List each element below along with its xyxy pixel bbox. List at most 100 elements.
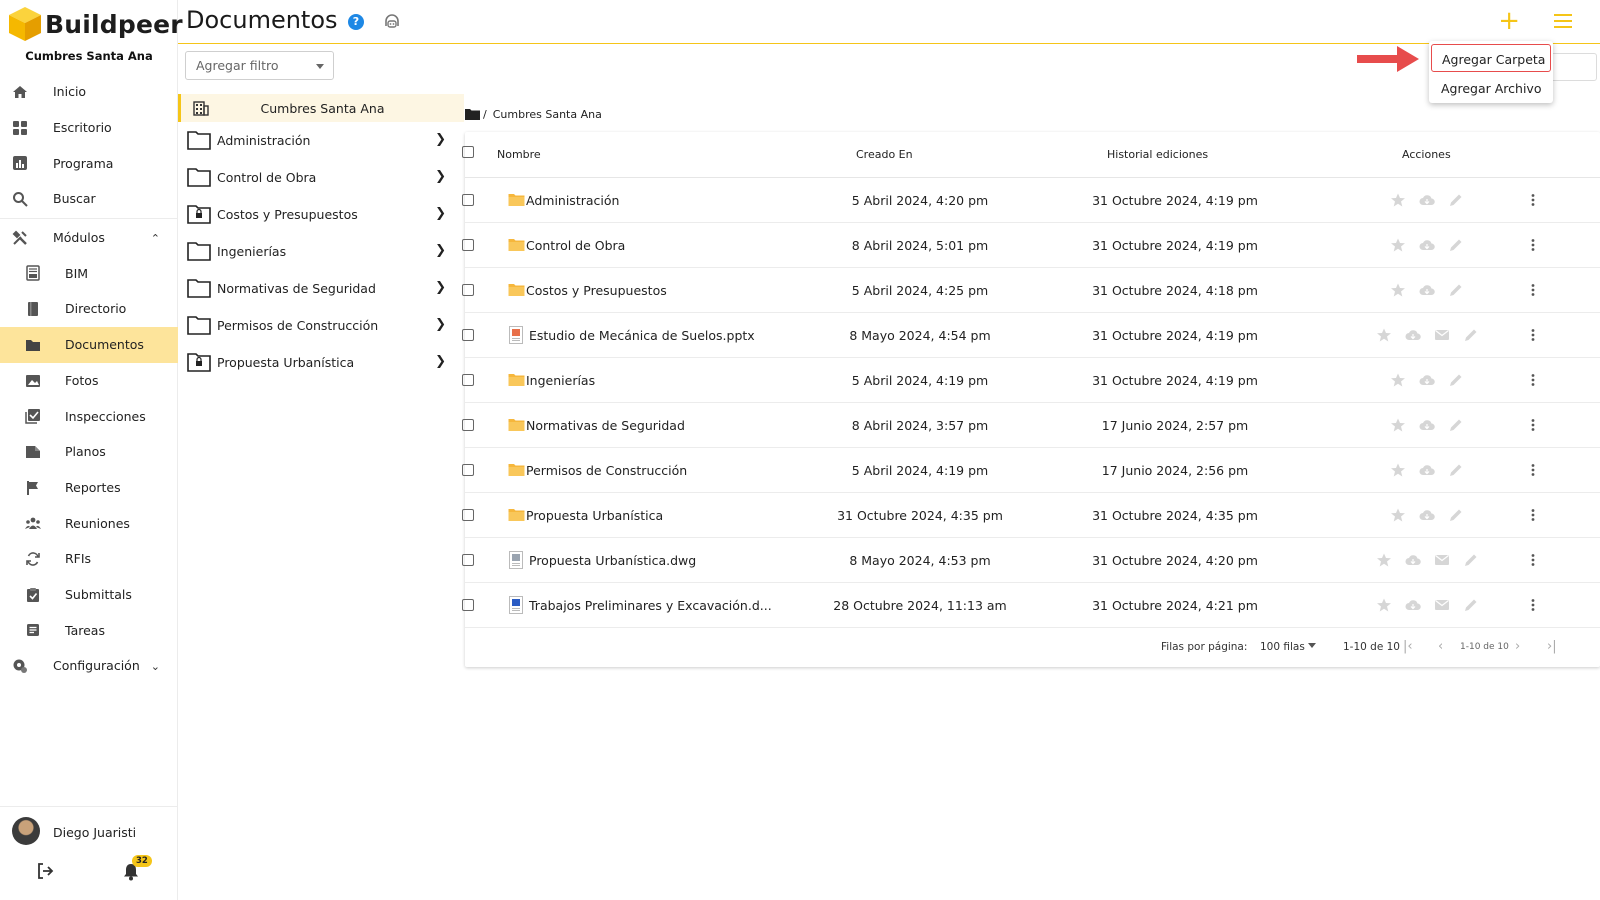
last-page-icon[interactable]: ›| [1547, 639, 1557, 654]
table-row[interactable]: Estudio de Mecánica de Suelos.pptx 8 Mayo… [462, 313, 1600, 358]
star-icon[interactable] [1390, 192, 1406, 208]
mail-icon[interactable] [1434, 597, 1450, 613]
edit-icon[interactable] [1463, 327, 1479, 343]
more-options-icon[interactable] [1525, 552, 1541, 568]
cloud-download-icon[interactable] [1419, 372, 1435, 388]
prev-page-icon[interactable]: ‹ [1438, 639, 1443, 654]
row-checkbox[interactable] [462, 599, 474, 611]
user-name[interactable]: Diego Juaristi [53, 825, 136, 840]
sidebar-item-modulos[interactable]: Módulos ⌃ [0, 220, 178, 256]
mail-icon[interactable] [1434, 327, 1450, 343]
help-icon[interactable]: ? [348, 14, 364, 30]
tree-item[interactable]: Normativas de Seguridad ❯ [178, 270, 464, 307]
row-name[interactable]: Administración [526, 193, 619, 208]
more-options-icon[interactable] [1525, 327, 1541, 343]
sidebar-item-directorio[interactable]: Directorio [0, 291, 178, 327]
more-options-icon[interactable] [1525, 282, 1541, 298]
cloud-download-icon[interactable] [1405, 327, 1421, 343]
star-icon[interactable] [1376, 327, 1392, 343]
table-row[interactable]: Ingenierías 5 Abril 2024, 4:19 pm 31 Octub… [462, 358, 1600, 403]
more-options-icon[interactable] [1525, 597, 1541, 613]
menu-item-add-folder[interactable]: Agregar Carpeta [1431, 44, 1551, 72]
row-name[interactable]: Ingenierías [526, 373, 595, 388]
row-name[interactable]: Estudio de Mecánica de Suelos.pptx [529, 328, 755, 343]
row-name[interactable]: Propuesta Urbanística.dwg [529, 553, 696, 568]
add-button[interactable]: + [1498, 8, 1520, 34]
chevron-right-icon[interactable]: ❯ [435, 354, 446, 369]
row-name[interactable]: Normativas de Seguridad [526, 418, 685, 433]
cloud-download-icon[interactable] [1419, 192, 1435, 208]
cloud-download-icon[interactable] [1419, 237, 1435, 253]
star-icon[interactable] [1376, 597, 1392, 613]
more-options-icon[interactable] [1525, 237, 1541, 253]
cloud-download-icon[interactable] [1419, 282, 1435, 298]
assistant-icon[interactable] [383, 13, 401, 31]
more-options-icon[interactable] [1525, 507, 1541, 523]
row-checkbox[interactable] [462, 374, 474, 386]
star-icon[interactable] [1390, 417, 1406, 433]
chevron-right-icon[interactable]: ❯ [435, 280, 446, 295]
table-row[interactable]: Control de Obra 8 Abril 2024, 5:01 pm 31 O… [462, 223, 1600, 268]
chevron-right-icon[interactable]: ❯ [435, 317, 446, 332]
table-row[interactable]: Administración 5 Abril 2024, 4:20 pm 31 Oc… [462, 178, 1600, 223]
sidebar-item-buscar[interactable]: Buscar [0, 181, 178, 217]
column-header-edited[interactable]: Historial ediciones [1107, 148, 1208, 161]
more-options-icon[interactable] [1525, 192, 1541, 208]
table-row[interactable]: Trabajos Preliminares y Excavación.d... 2… [462, 583, 1600, 628]
brand-logo[interactable]: Buildpeer [8, 6, 183, 42]
star-icon[interactable] [1390, 237, 1406, 253]
row-checkbox[interactable] [462, 509, 474, 521]
chevron-right-icon[interactable]: ❯ [435, 206, 446, 221]
logout-icon[interactable] [36, 862, 54, 880]
more-options-icon[interactable] [1525, 417, 1541, 433]
cloud-download-icon[interactable] [1405, 597, 1421, 613]
tree-item[interactable]: Ingenierías ❯ [178, 233, 464, 270]
tree-item[interactable]: Permisos de Construcción ❯ [178, 307, 464, 344]
star-icon[interactable] [1390, 282, 1406, 298]
column-header-created[interactable]: Creado En [856, 148, 913, 161]
first-page-icon[interactable]: |‹ [1403, 639, 1413, 654]
row-name[interactable]: Costos y Presupuestos [526, 283, 667, 298]
row-checkbox[interactable] [462, 554, 474, 566]
sidebar-item-reportes[interactable]: Reportes [0, 470, 178, 506]
row-checkbox[interactable] [462, 284, 474, 296]
cloud-download-icon[interactable] [1405, 552, 1421, 568]
cloud-download-icon[interactable] [1419, 507, 1435, 523]
next-page-icon[interactable]: › [1515, 639, 1520, 654]
row-checkbox[interactable] [462, 194, 474, 206]
menu-item-add-file[interactable]: Agregar Archivo [1429, 74, 1553, 102]
star-icon[interactable] [1376, 552, 1392, 568]
caret-down-icon[interactable] [1308, 643, 1316, 648]
breadcrumb-current[interactable]: Cumbres Santa Ana [493, 108, 602, 121]
row-checkbox[interactable] [462, 464, 474, 476]
chevron-right-icon[interactable]: ❯ [435, 243, 446, 258]
row-checkbox[interactable] [462, 239, 474, 251]
row-checkbox[interactable] [462, 329, 474, 341]
chevron-right-icon[interactable]: ❯ [435, 169, 446, 184]
row-name[interactable]: Propuesta Urbanística [526, 508, 663, 523]
sidebar-item-reuniones[interactable]: Reuniones [0, 505, 178, 541]
cloud-download-icon[interactable] [1419, 462, 1435, 478]
sidebar-item-documentos[interactable]: Documentos [0, 326, 178, 363]
tree-item[interactable]: Administración ❯ [178, 122, 464, 159]
tree-item[interactable]: Control de Obra ❯ [178, 159, 464, 196]
filter-select[interactable]: Agregar filtro [185, 51, 334, 80]
sidebar-item-programa[interactable]: Programa [0, 145, 178, 181]
sidebar-item-rfis[interactable]: RFIs [0, 541, 178, 577]
edit-icon[interactable] [1448, 192, 1464, 208]
table-row[interactable]: Propuesta Urbanística 31 Octubre 2024, 4:… [462, 493, 1600, 538]
more-options-icon[interactable] [1525, 462, 1541, 478]
edit-icon[interactable] [1448, 462, 1464, 478]
edit-icon[interactable] [1448, 282, 1464, 298]
sidebar-item-inicio[interactable]: Inicio [0, 74, 178, 110]
tree-item[interactable]: Costos y Presupuestos ❯ [178, 196, 464, 233]
sidebar-item-configuracion[interactable]: Configuración ⌄ [0, 648, 178, 684]
table-row[interactable]: Normativas de Seguridad 8 Abril 2024, 3:5… [462, 403, 1600, 448]
avatar[interactable] [12, 817, 40, 845]
rows-per-page-select[interactable]: 100 filas [1260, 641, 1305, 653]
sidebar-item-tareas[interactable]: Tareas [0, 612, 178, 648]
cloud-download-icon[interactable] [1419, 417, 1435, 433]
row-name[interactable]: Permisos de Construcción [526, 463, 687, 478]
sidebar-item-planos[interactable]: Planos [0, 434, 178, 470]
star-icon[interactable] [1390, 462, 1406, 478]
